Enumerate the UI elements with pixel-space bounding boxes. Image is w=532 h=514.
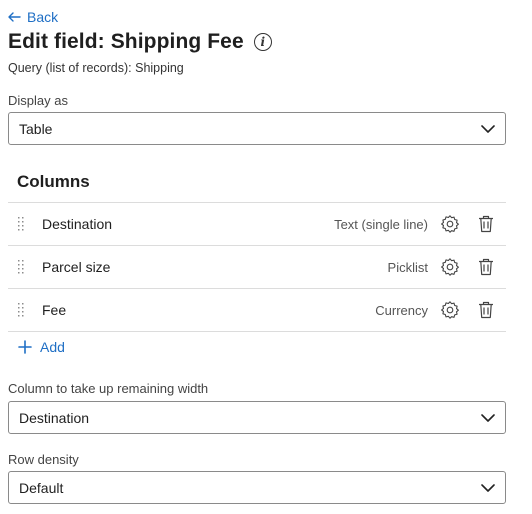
column-name: Parcel size bbox=[42, 259, 111, 275]
column-row: Parcel size Picklist bbox=[8, 245, 506, 288]
trash-icon[interactable] bbox=[474, 255, 498, 279]
gear-icon[interactable] bbox=[438, 255, 462, 279]
display-as-value: Table bbox=[19, 120, 53, 137]
remaining-width-select[interactable]: Destination bbox=[8, 401, 506, 434]
column-name: Fee bbox=[42, 302, 67, 318]
row-density-value: Default bbox=[19, 479, 64, 496]
column-row: Fee Currency bbox=[8, 288, 506, 332]
row-density-select[interactable]: Default bbox=[8, 471, 506, 504]
column-type: Text (single line) bbox=[334, 216, 428, 232]
drag-handle-icon[interactable] bbox=[18, 260, 28, 274]
row-density-label: Row density bbox=[8, 452, 79, 467]
column-name: Destination bbox=[42, 216, 113, 232]
page-title: Edit field: Shipping Fee bbox=[8, 30, 244, 53]
gear-icon[interactable] bbox=[438, 212, 462, 236]
display-as-label: Display as bbox=[8, 93, 68, 108]
column-type: Picklist bbox=[387, 259, 428, 275]
info-icon[interactable]: i bbox=[253, 33, 272, 51]
chevron-down-icon bbox=[481, 124, 495, 133]
columns-section-title: Columns bbox=[17, 172, 90, 191]
remaining-width-value: Destination bbox=[19, 409, 90, 426]
trash-icon[interactable] bbox=[474, 212, 498, 236]
add-label: Add bbox=[40, 339, 65, 355]
chevron-down-icon bbox=[481, 483, 495, 492]
column-row: Destination Text (single line) bbox=[8, 202, 506, 245]
drag-handle-icon[interactable] bbox=[18, 217, 28, 231]
add-column-button[interactable]: Add bbox=[18, 339, 65, 355]
back-label: Back bbox=[27, 9, 59, 25]
plus-icon bbox=[18, 340, 32, 354]
page-subtitle: Query (list of records): Shipping bbox=[8, 61, 184, 75]
drag-handle-icon[interactable] bbox=[18, 303, 28, 317]
display-as-select[interactable]: Table bbox=[8, 112, 506, 145]
arrow-left-icon bbox=[8, 12, 21, 22]
gear-icon[interactable] bbox=[438, 298, 462, 322]
columns-list: Destination Text (single line) Parcel si… bbox=[8, 202, 506, 332]
trash-icon[interactable] bbox=[474, 298, 498, 322]
column-type: Currency bbox=[375, 302, 428, 318]
back-link[interactable]: Back bbox=[8, 9, 58, 25]
remaining-width-label: Column to take up remaining width bbox=[8, 381, 209, 396]
chevron-down-icon bbox=[481, 413, 495, 422]
title-row: Edit field: Shipping Fee i bbox=[8, 30, 272, 54]
